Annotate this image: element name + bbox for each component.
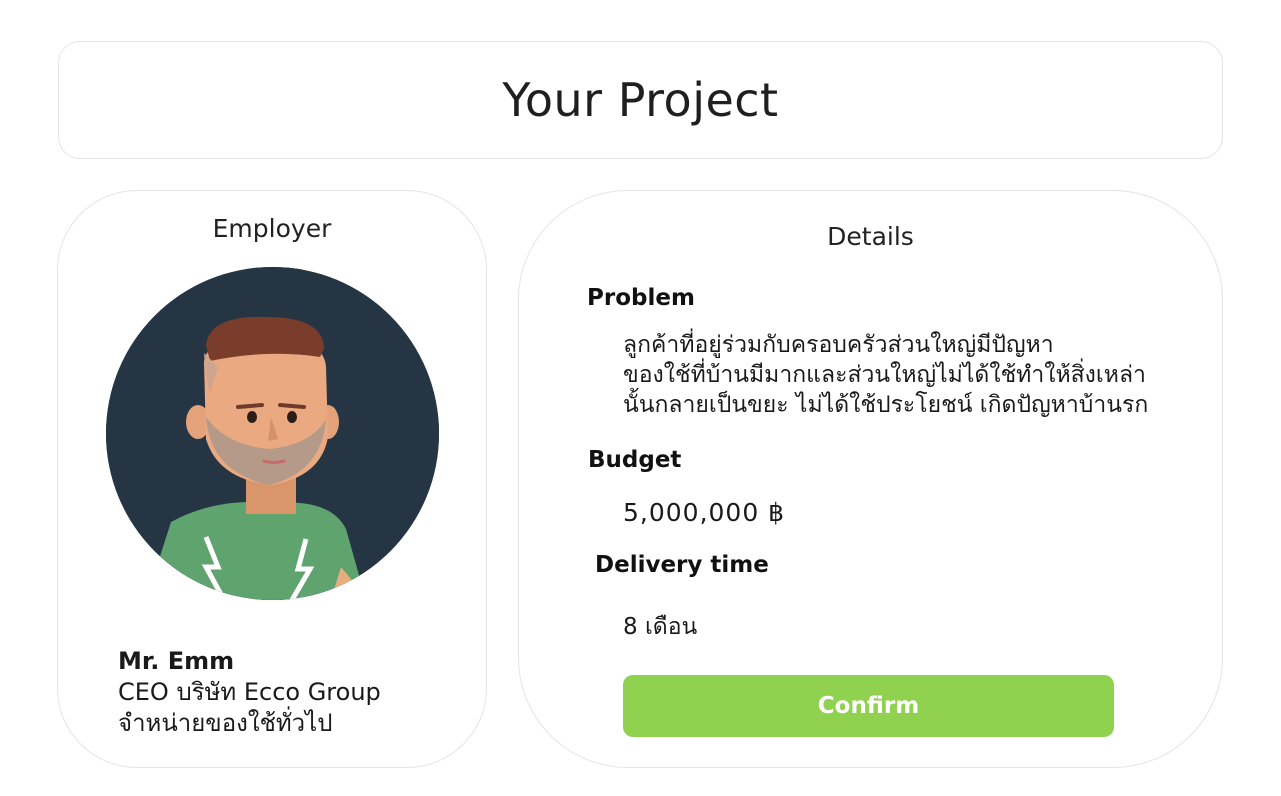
employer-name: Mr. Emm <box>118 647 235 675</box>
problem-label: Problem <box>587 285 695 311</box>
budget-value: 5,000,000 ฿ <box>623 498 786 527</box>
budget-label: Budget <box>588 447 682 473</box>
problem-line: นั้นกลายเป็นขยะ ไม่ได้ใช้ประโยชน์ เกิดปั… <box>623 392 1149 418</box>
page-title: Your Project <box>502 73 779 127</box>
employer-info: Mr. Emm CEO บริษัท Ecco Group จำหน่ายของ… <box>118 646 381 739</box>
delivery-time-value: 8 เดือน <box>623 614 698 640</box>
avatar-illustration <box>106 267 439 600</box>
delivery-time-label: Delivery time <box>595 552 769 578</box>
employer-business: จำหน่ายของใช้ทั่วไป <box>118 709 333 737</box>
problem-line: ลูกค้าที่อยู่ร่วมกับครอบครัวส่วนใหญ่มีปั… <box>623 332 1054 358</box>
problem-text: ลูกค้าที่อยู่ร่วมกับครอบครัวส่วนใหญ่มีปั… <box>623 330 1213 420</box>
employer-position: CEO บริษัท Ecco Group <box>118 678 381 706</box>
person-avatar-icon <box>106 267 439 600</box>
confirm-button[interactable]: Confirm <box>623 675 1114 737</box>
problem-line: ของใช้ที่บ้านมีมากและส่วนใหญ่ไม่ได้ใช้ทำ… <box>623 362 1146 388</box>
header-card: Your Project <box>58 41 1223 159</box>
details-title: Details <box>827 222 914 251</box>
project-page: Your Project Employer Mr. Emm CEO บริษัท… <box>0 0 1281 796</box>
employer-card: Employer Mr. Emm CEO บริษัท Ecco Group จ… <box>57 190 487 768</box>
employer-title: Employer <box>212 214 332 243</box>
details-card: Details Problem ลูกค้าที่อยู่ร่วมกับครอบ… <box>518 190 1223 768</box>
